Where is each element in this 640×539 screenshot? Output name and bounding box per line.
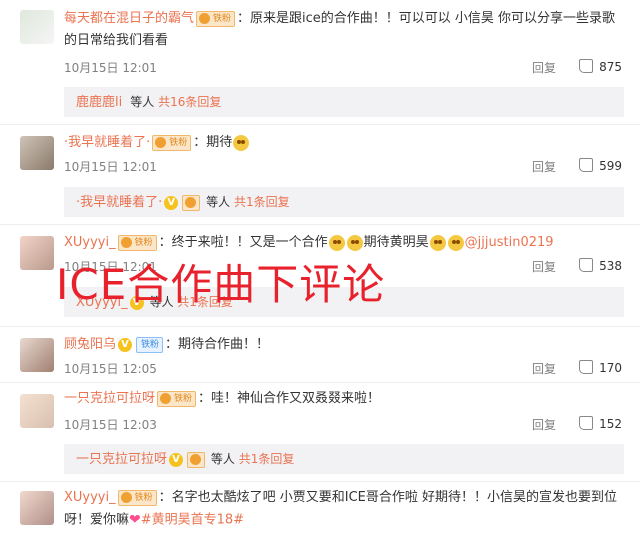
comment-text: XUyyyi_ 铁粉 ：名字也太酷炫了吧 小贾又要和ICE哥合作啦 好期待！！小信昊…: [64, 487, 624, 532]
comment-text: ·我早就睡着了· 铁粉 ：期待: [64, 132, 624, 154]
iron-fan-badge: 铁粉: [117, 234, 157, 251]
avatar[interactable]: [20, 10, 54, 44]
reply-button[interactable]: 回复: [532, 59, 556, 76]
thumbs-up-icon: [579, 416, 594, 430]
username[interactable]: 一只克拉可拉呀: [64, 391, 155, 406]
heart-icon: [199, 12, 211, 24]
heart-icon: [120, 491, 132, 503]
reply-button[interactable]: 回复: [532, 258, 556, 275]
iron-fan-badge: 铁粉: [117, 489, 157, 506]
reply-button[interactable]: 回复: [532, 158, 556, 175]
reply-count-link[interactable]: 共1条回复: [234, 195, 290, 209]
thumbs-up-icon: [579, 258, 594, 272]
divider: [0, 382, 640, 383]
sub-reply-bar[interactable]: 鹿鹿鹿li 等人 共16条回复: [64, 87, 624, 117]
emoji-icon: [233, 134, 250, 151]
verified-icon: V: [169, 452, 184, 467]
verified-icon: V: [118, 337, 133, 352]
verified-icon: V: [164, 195, 179, 210]
hashtag-link[interactable]: #黄明昊首专18#: [141, 513, 244, 528]
emoji-icon: [429, 234, 446, 251]
reply-count-link[interactable]: 共1条回复: [239, 452, 295, 466]
avatar[interactable]: [20, 136, 54, 170]
reply-button[interactable]: 回复: [532, 360, 556, 377]
emoji-icon: [346, 234, 363, 251]
thumbs-up-icon: [579, 158, 594, 172]
avatar[interactable]: [20, 394, 54, 428]
heart-icon: [160, 392, 172, 404]
username[interactable]: ·我早就睡着了·: [64, 135, 150, 150]
timestamp: 10月15日 12:03: [64, 418, 157, 432]
comment-text: 每天都在混日子的霸气 铁粉 ：原来是跟ice的合作曲！！可以可以 小信昊 你可以分享…: [64, 10, 616, 48]
sub-reply-bar[interactable]: ·我早就睡着了· V 等人 共1条回复: [64, 187, 624, 217]
divider: [0, 224, 640, 225]
mention-link[interactable]: @jjjustin0219: [465, 235, 554, 250]
comment-text: XUyyyi_ 铁粉 ：终于来啦！！又是一个合作 期待黄明昊 @jjjustin0219: [64, 234, 554, 251]
timestamp: 10月15日 12:05: [64, 362, 157, 376]
comment-text: 一只克拉可拉呀 铁粉 ：哇！神仙合作又双叒叕来啦！: [64, 390, 381, 407]
iron-fan-badge: [182, 194, 201, 211]
emoji-icon: [447, 234, 464, 251]
like-button[interactable]: 599: [579, 158, 622, 173]
sub-reply-bar[interactable]: 一只克拉可拉呀 V 等人 共1条回复: [64, 444, 624, 474]
overlay-caption: ICE合作曲下评论: [56, 260, 386, 309]
like-button[interactable]: 152: [579, 416, 622, 431]
heart-icon: ❤: [129, 512, 141, 528]
reply-button[interactable]: 回复: [532, 416, 556, 433]
heart-icon: [155, 136, 167, 148]
username[interactable]: 每天都在混日子的霸气: [64, 11, 194, 26]
like-button[interactable]: 538: [579, 258, 622, 273]
thumbs-up-icon: [579, 360, 594, 374]
like-button[interactable]: 170: [579, 360, 622, 375]
divider: [0, 124, 640, 125]
username[interactable]: XUyyyi_: [64, 490, 116, 505]
emoji-icon: [328, 234, 345, 251]
heart-icon: [185, 196, 197, 208]
iron-fan-badge: 铁粉: [196, 10, 236, 27]
username[interactable]: XUyyyi_: [64, 235, 116, 250]
avatar[interactable]: [20, 491, 54, 525]
divider: [0, 326, 640, 327]
timestamp: 10月15日 12:01: [64, 61, 157, 75]
avatar[interactable]: [20, 338, 54, 372]
heart-icon: [190, 453, 202, 465]
username[interactable]: 顾兔阳乌: [64, 337, 116, 352]
divider: [0, 481, 640, 482]
iron-fan-badge: 铁粉: [152, 134, 192, 151]
reply-count-link[interactable]: 共16条回复: [158, 95, 221, 109]
avatar[interactable]: [20, 236, 54, 270]
comment-text: 顾兔阳乌 V 铁粉 ：期待合作曲！！: [64, 336, 270, 353]
iron-fan-badge: 铁粉: [157, 390, 197, 407]
thumbs-up-icon: [579, 59, 594, 73]
timestamp: 10月15日 12:01: [64, 160, 157, 174]
iron-fan-badge: [187, 451, 206, 468]
heart-icon: [120, 236, 132, 248]
iron-fan-badge: 铁粉: [136, 336, 164, 353]
like-button[interactable]: 875: [579, 59, 622, 74]
